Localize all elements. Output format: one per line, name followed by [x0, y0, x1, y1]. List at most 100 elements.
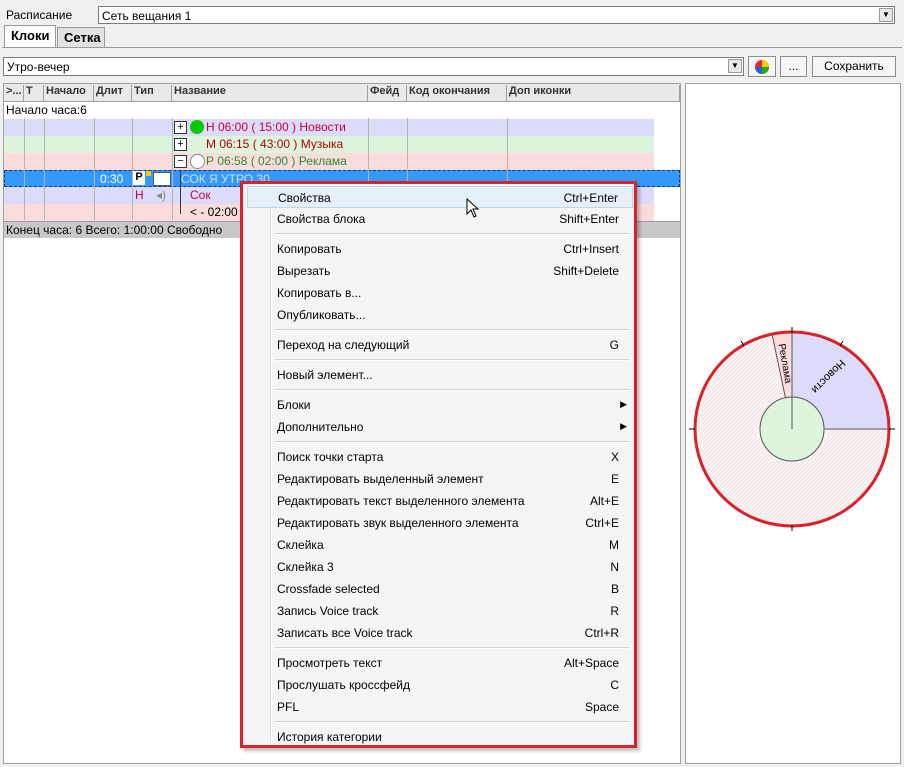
- menu-item-record-voice-track[interactable]: Запись Voice track R: [247, 600, 633, 622]
- menu-label: Прослушать кроссфейд: [277, 678, 410, 692]
- tab-divider: [2, 47, 902, 48]
- colors-button[interactable]: [748, 56, 776, 77]
- row-title: Сок: [190, 188, 211, 202]
- type-badge: P: [133, 171, 145, 185]
- collapse-icon[interactable]: −: [174, 155, 187, 168]
- context-menu: Свойства Ctrl+Enter Свойства блока Shift…: [240, 181, 637, 748]
- mouse-cursor-icon: [466, 198, 480, 218]
- menu-shortcut: Alt+Space: [563, 656, 619, 670]
- menu-shortcut: X: [610, 450, 619, 464]
- col-divider: [132, 118, 133, 220]
- menu-item-publish[interactable]: Опубликовать...: [247, 304, 633, 326]
- menu-item-crossfade-selected[interactable]: Crossfade selected B: [247, 578, 633, 600]
- waveform-icon: [153, 172, 171, 186]
- menu-shortcut: Shift+Delete: [553, 264, 619, 278]
- chevron-down-icon[interactable]: ▼: [879, 8, 893, 22]
- row-title: Р 06:58 ( 02:00 ) Реклама: [206, 154, 347, 168]
- menu-item-edit-element[interactable]: Редактировать выделенный элемент E: [247, 468, 633, 490]
- menu-shortcut: Ctrl+Insert: [563, 242, 619, 256]
- menu-item-splice[interactable]: Склейка M: [247, 534, 633, 556]
- tab-clocks[interactable]: Клоки: [4, 25, 56, 48]
- menu-separator: [275, 359, 629, 361]
- menu-label: Записать все Voice track: [277, 626, 413, 640]
- menu-shortcut: Ctrl+Enter: [563, 191, 618, 205]
- menu-item-block-properties[interactable]: Свойства блока Shift+Enter: [247, 208, 633, 230]
- expand-icon[interactable]: +: [174, 121, 187, 134]
- type-letter: Н: [135, 188, 144, 202]
- clock-select[interactable]: Утро-вечер ▼: [3, 57, 744, 76]
- menu-label: Новый элемент...: [277, 368, 373, 382]
- menu-item-record-all-voice-tracks[interactable]: Записать все Voice track Ctrl+R: [247, 622, 633, 644]
- expand-icon[interactable]: +: [174, 138, 187, 151]
- hour-start-label: Начало часа:6: [6, 103, 87, 117]
- chevron-down-icon[interactable]: ▼: [728, 59, 742, 73]
- flag-icon: [146, 171, 151, 176]
- tab-clocks-label: Клоки: [11, 28, 50, 43]
- clock-icon: [190, 154, 205, 169]
- menu-item-copy-to[interactable]: Копировать в...: [247, 282, 633, 304]
- menu-item-listen-crossfade[interactable]: Прослушать кроссфейд C: [247, 674, 633, 696]
- menu-separator: [275, 441, 629, 443]
- menu-item-properties[interactable]: Свойства Ctrl+Enter: [247, 186, 633, 208]
- menu-shortcut: G: [609, 338, 619, 352]
- menu-shortcut: C: [610, 678, 619, 692]
- menu-label: PFL: [277, 700, 300, 714]
- menu-item-splice-3[interactable]: Склейка 3 N: [247, 556, 633, 578]
- tab-grid[interactable]: Сетка: [57, 27, 105, 47]
- menu-label: История категории: [277, 730, 382, 744]
- menu-shortcut: Alt+E: [589, 494, 619, 508]
- palette-icon: [755, 60, 769, 74]
- menu-item-additional[interactable]: Дополнительно ▶: [247, 416, 633, 438]
- menu-item-category-history[interactable]: История категории: [247, 726, 633, 748]
- table-row[interactable]: + Н 06:00 ( 15:00 ) Новости: [4, 119, 654, 136]
- col-header-expand[interactable]: >...: [4, 85, 24, 101]
- menu-item-new-element[interactable]: Новый элемент...: [247, 364, 633, 386]
- menu-item-pfl[interactable]: PFL Space: [247, 696, 633, 718]
- menu-item-view-text[interactable]: Просмотреть текст Alt+Space: [247, 652, 633, 674]
- menu-item-cut[interactable]: Вырезать Shift+Delete: [247, 260, 633, 282]
- menu-label: Редактировать выделенный элемент: [277, 472, 484, 486]
- menu-shortcut: N: [610, 560, 619, 574]
- save-button[interactable]: Сохранить: [812, 56, 896, 77]
- menu-item-edit-text[interactable]: Редактировать текст выделенного элемента…: [247, 490, 633, 512]
- menu-label: Склейка 3: [277, 560, 334, 574]
- menu-item-copy[interactable]: Копировать Ctrl+Insert: [247, 238, 633, 260]
- schedule-select[interactable]: Сеть вещания 1 ▼: [98, 6, 895, 24]
- col-header-type[interactable]: Тип: [132, 85, 172, 101]
- col-header-end-code[interactable]: Код окончания: [407, 85, 507, 101]
- menu-item-find-start[interactable]: Поиск точки старта X: [247, 446, 633, 468]
- menu-label: Запись Voice track: [277, 604, 379, 618]
- col-header-extra-icons[interactable]: Доп иконки: [507, 85, 680, 101]
- more-button[interactable]: ...: [780, 56, 807, 77]
- menu-shortcut: M: [609, 538, 619, 552]
- col-header-t[interactable]: Т: [24, 85, 44, 101]
- row-title: < - 02:00: [190, 205, 238, 219]
- col-header-name[interactable]: Название: [172, 85, 368, 101]
- save-label: Сохранить: [824, 59, 884, 73]
- menu-item-go-next[interactable]: Переход на следующий G: [247, 334, 633, 356]
- table-row[interactable]: − Р 06:58 ( 02:00 ) Реклама: [4, 153, 654, 170]
- menu-label: Просмотреть текст: [277, 656, 383, 670]
- col-header-fade[interactable]: Фейд: [368, 85, 407, 101]
- col-header-duration[interactable]: Длит: [94, 85, 132, 101]
- menu-shortcut: Shift+Enter: [559, 212, 619, 226]
- more-label: ...: [788, 59, 799, 73]
- menu-label: Блоки: [277, 398, 311, 412]
- menu-separator: [275, 721, 629, 723]
- menu-label: Копировать: [277, 242, 342, 256]
- menu-label: Поиск точки старта: [277, 450, 384, 464]
- col-header-start[interactable]: Начало: [44, 85, 94, 101]
- row-duration: 0:30: [100, 172, 124, 186]
- row-title: Н 06:00 ( 15:00 ) Новости: [206, 120, 346, 134]
- col-divider: [94, 118, 95, 220]
- menu-label: Копировать в...: [277, 286, 362, 300]
- submenu-arrow-icon: ▶: [620, 421, 627, 431]
- menu-label: Дополнительно: [277, 420, 364, 434]
- schedule-value: Сеть вещания 1: [102, 9, 192, 23]
- table-row[interactable]: + М 06:15 ( 43:00 ) Музыка: [4, 136, 654, 153]
- menu-item-edit-sound[interactable]: Редактировать звук выделенного элемента …: [247, 512, 633, 534]
- col-divider: [44, 118, 45, 220]
- menu-item-blocks[interactable]: Блоки ▶: [247, 394, 633, 416]
- clock-value: Утро-вечер: [7, 60, 70, 74]
- menu-separator: [275, 647, 629, 649]
